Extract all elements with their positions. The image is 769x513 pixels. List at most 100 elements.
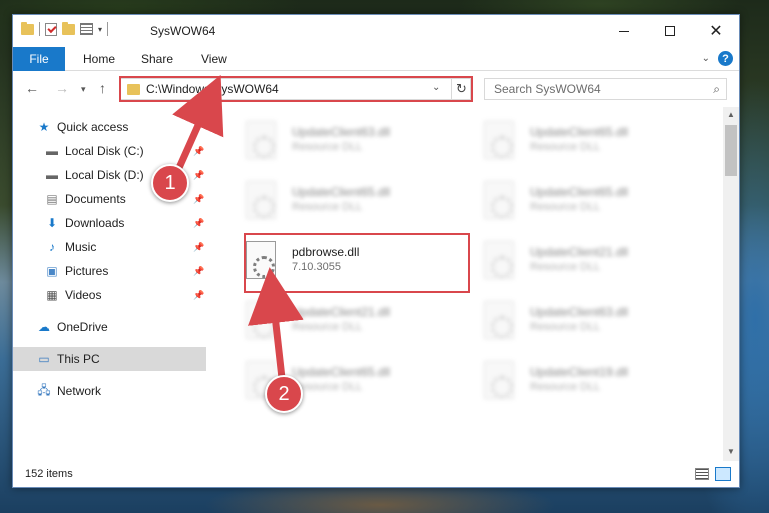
forward-arrow-icon[interactable]: → [55,80,69,96]
callout-one: 1 [151,164,189,202]
file-item[interactable]: UpdateClient65.dll Resource DLL [230,177,450,227]
music-icon: ♪ [49,240,55,254]
pictures-icon: ▣ [46,264,58,278]
ribbon-controls: ⌄ ? [702,51,733,66]
large-icons-view-icon[interactable] [715,467,731,481]
nav-label: Videos [65,288,102,302]
minimize-icon [619,30,629,32]
tab-home[interactable]: Home [83,47,115,71]
dll-file-icon [484,241,514,279]
pin-icon[interactable]: 📌 [193,218,204,229]
pin-icon[interactable]: 📌 [193,242,204,253]
window-title: SysWOW64 [150,24,216,38]
search-placeholder[interactable]: Search SysWOW64 [494,82,601,96]
pin-icon[interactable]: 📌 [193,266,204,277]
tab-share[interactable]: Share [141,47,173,71]
search-icon[interactable]: ⌕ [713,82,720,97]
expand-ribbon-icon[interactable]: ⌄ [702,53,710,64]
dll-file-icon [246,181,276,219]
videos-icon: ▦ [46,288,58,302]
new-folder-icon[interactable] [62,21,75,35]
item-count: 152 items [25,468,73,480]
file-item[interactable]: UpdateClient21.dll Resource DLL [468,237,688,287]
minimize-button[interactable] [601,15,647,47]
file-name: UpdateClient65.dll [530,125,629,139]
nav-item-network[interactable]: 🖧 Network [13,379,206,403]
recent-locations-chevron-icon[interactable]: ▾ [81,84,86,95]
back-arrow-icon[interactable]: ← [25,80,39,96]
ribbon-tabs: File Home Share View ⌄ ? [13,47,739,71]
status-bar: 152 items [13,463,739,487]
nav-item-downloads[interactable]: ⬇ Downloads 📌 [13,211,206,235]
up-arrow-icon[interactable]: ↑ [99,80,106,96]
toolbar-separator [107,22,109,36]
scroll-up-icon[interactable]: ▲ [727,110,735,119]
file-description: Resource DLL [292,141,363,153]
dll-file-icon [246,301,276,339]
chevron-down-icon[interactable]: ▾ [98,25,102,34]
file-name: UpdateClient65.dll [292,365,391,379]
nav-label: Documents [65,192,126,206]
cloud-icon: ☁ [38,320,50,334]
tab-file[interactable]: File [13,47,65,71]
drive-icon: ▬ [46,144,58,158]
callout-two: 2 [265,375,303,413]
pin-icon[interactable]: 📌 [193,146,204,157]
network-icon: 🖧 [37,382,51,397]
dll-file-icon [246,121,276,159]
pin-icon[interactable]: 📌 [193,170,204,181]
nav-label: Local Disk (D:) [65,168,144,182]
nav-label: Network [57,384,102,398]
file-description: Resource DLL [530,381,601,393]
dll-file-icon [484,301,514,339]
properties-check-icon[interactable] [45,22,57,36]
tab-view[interactable]: View [201,47,227,71]
maximize-icon [665,26,675,36]
file-highlight-box [244,233,470,293]
nav-item-music[interactable]: ♪ Music 📌 [13,235,206,259]
download-icon: ⬇ [46,216,58,230]
folder-icon [21,21,34,35]
file-item[interactable]: UpdateClient65.dll Resource DLL [230,357,450,407]
scroll-down-icon[interactable]: ▼ [727,447,735,456]
pin-icon[interactable]: 📌 [193,194,204,205]
file-description: Resource DLL [530,321,601,333]
vertical-scrollbar[interactable]: ▲ ▼ [723,107,739,461]
file-explorer-window: ▾ SysWOW64 ✕ File Home Share View ⌄ ? ← … [12,14,740,488]
file-item[interactable]: UpdateClient63.dll Resource DLL [230,117,450,167]
file-item[interactable]: UpdateClient65.dll Resource DLL [468,177,688,227]
star-icon: ★ [38,120,50,134]
nav-item-quick-access[interactable]: ★ Quick access [13,115,206,139]
maximize-button[interactable] [647,15,693,47]
nav-item-pictures[interactable]: ▣ Pictures 📌 [13,259,206,283]
file-name: UpdateClient65.dll [292,185,391,199]
close-icon: ✕ [709,23,723,40]
file-name: UpdateClient65.dll [530,185,629,199]
file-item[interactable]: UpdateClient21.dll Resource DLL [230,297,450,347]
nav-item-this-pc[interactable]: ▭ This PC [13,347,206,371]
file-name: UpdateClient19.dll [530,365,629,379]
dll-file-icon [484,121,514,159]
close-button[interactable]: ✕ [693,15,739,47]
file-item[interactable]: UpdateClient63.dll Resource DLL [468,297,688,347]
nav-label: This PC [57,352,100,366]
nav-item-onedrive[interactable]: ☁ OneDrive [13,315,206,339]
nav-label: Pictures [65,264,109,278]
file-name: UpdateClient63.dll [292,125,391,139]
scrollbar-thumb[interactable] [725,125,737,176]
documents-icon: ▤ [46,192,58,206]
details-view-icon[interactable] [695,468,709,480]
properties-icon[interactable] [80,23,93,35]
search-box[interactable]: Search SysWOW64 ⌕ [484,78,727,100]
help-icon[interactable]: ? [718,51,733,66]
nav-label: Local Disk (C:) [65,144,144,158]
file-item[interactable]: UpdateClient19.dll Resource DLL [468,357,688,407]
file-name: UpdateClient63.dll [530,305,629,319]
monitor-icon: ▭ [38,352,50,366]
file-name: UpdateClient21.dll [292,305,391,319]
nav-item-local-disk-c[interactable]: ▬ Local Disk (C:) 📌 [13,139,206,163]
nav-label: Downloads [65,216,125,230]
file-item[interactable]: UpdateClient65.dll Resource DLL [468,117,688,167]
pin-icon[interactable]: 📌 [193,290,204,301]
nav-item-videos[interactable]: ▦ Videos 📌 [13,283,206,307]
